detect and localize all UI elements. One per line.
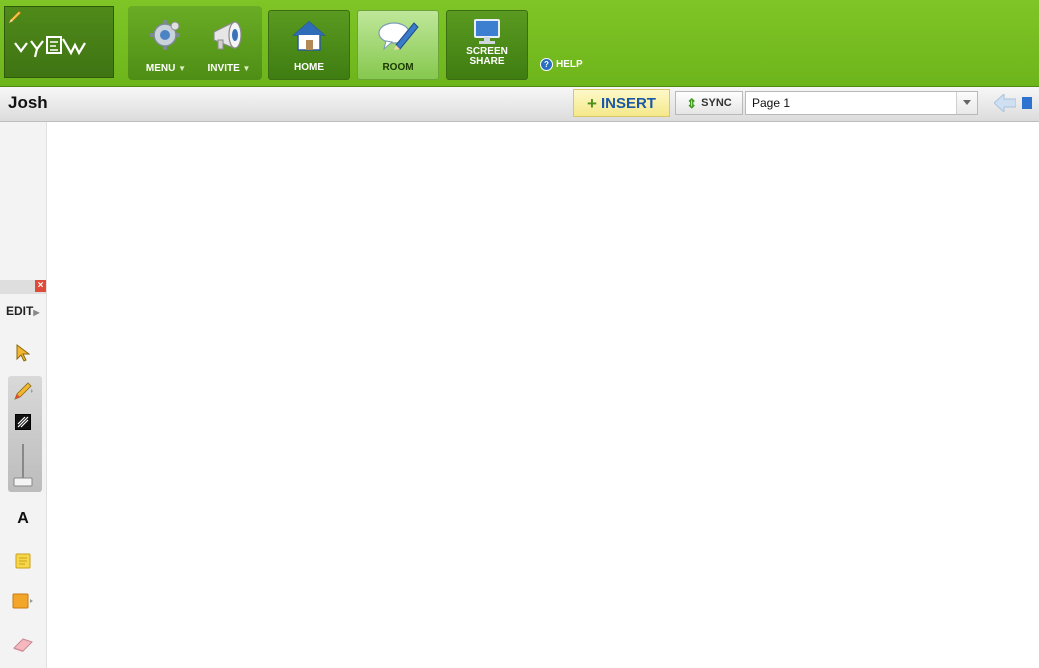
insert-label: INSERT [600, 94, 656, 112]
sync-button[interactable]: ⇕ SYNC [675, 91, 743, 115]
chevron-down-icon[interactable] [956, 92, 977, 114]
edit-menu[interactable]: EDIT▶ [6, 304, 40, 318]
help-question-icon: ? [540, 58, 553, 71]
home-icon [292, 21, 326, 51]
screen-share-label: SCREEN SHARE [447, 47, 527, 67]
vyew-wordmark [14, 36, 86, 58]
select-tool[interactable] [8, 340, 38, 366]
vyew-logo[interactable] [4, 6, 114, 78]
eraser-icon [13, 638, 33, 652]
text-tool-icon: A [17, 510, 29, 527]
invite-label: INVITE [207, 63, 240, 74]
top-nav-bar: MENU ▼ INVITE ▼ HOME ROOM SCREEN SHARE ?… [0, 0, 1039, 87]
slider-icon [13, 444, 33, 487]
text-tool[interactable]: A [8, 506, 38, 532]
sticky-note-icon [15, 553, 31, 569]
page-nav-arrows [994, 94, 1032, 112]
invite-caret-icon: ▼ [242, 64, 251, 73]
pencil-logo-icon [8, 10, 22, 24]
cursor-arrow-icon [16, 344, 30, 362]
sticky-note-tool[interactable] [8, 548, 38, 574]
shape-tool[interactable] [8, 588, 38, 614]
invite-button[interactable]: INVITE ▼ [198, 10, 260, 80]
room-toolbar: Josh + INSERT ⇕ SYNC Page 1 [0, 87, 1039, 122]
line-width-slider[interactable] [8, 442, 38, 490]
sync-arrows-icon: ⇕ [686, 95, 698, 111]
page-select-value: Page 1 [752, 96, 791, 110]
eraser-tool[interactable] [8, 632, 38, 658]
whiteboard-chat-icon [378, 22, 419, 51]
screen-share-label-line2: SHARE [469, 56, 505, 67]
insert-button[interactable]: + INSERT [573, 89, 670, 117]
menu-label: MENU [145, 63, 176, 74]
sync-label: SYNC [701, 97, 732, 109]
page-select[interactable]: Page 1 [745, 91, 978, 115]
close-icon[interactable]: × [35, 280, 46, 292]
next-page-arrow-icon[interactable] [1022, 94, 1032, 112]
left-tool-strip: × EDIT▶ A [0, 122, 47, 668]
fill-color-tool[interactable] [8, 409, 38, 435]
monitor-icon [474, 19, 500, 44]
pencil-icon [14, 382, 33, 400]
rectangle-shape-icon [12, 593, 33, 609]
home-label: HOME [294, 62, 324, 73]
edit-label: EDIT [6, 304, 34, 318]
previous-page-arrow-icon[interactable] [994, 94, 1016, 112]
pen-tool[interactable] [8, 378, 38, 404]
room-label: ROOM [382, 62, 414, 73]
screen-share-button[interactable]: SCREEN SHARE [446, 10, 528, 80]
megaphone-icon [213, 21, 242, 50]
gear-icon [150, 20, 180, 50]
home-button[interactable]: HOME [268, 10, 350, 80]
edit-caret-icon: ▶ [33, 308, 40, 317]
whiteboard-canvas[interactable] [47, 122, 1039, 668]
help-label: HELP [556, 59, 583, 70]
fill-pattern-icon [15, 414, 31, 430]
help-link[interactable]: ? HELP [540, 58, 583, 71]
menu-button[interactable]: MENU ▼ [136, 10, 196, 80]
menu-caret-icon: ▼ [178, 64, 187, 73]
plus-icon: + [587, 93, 597, 113]
room-button[interactable]: ROOM [357, 10, 439, 80]
room-name: Josh [8, 93, 48, 112]
